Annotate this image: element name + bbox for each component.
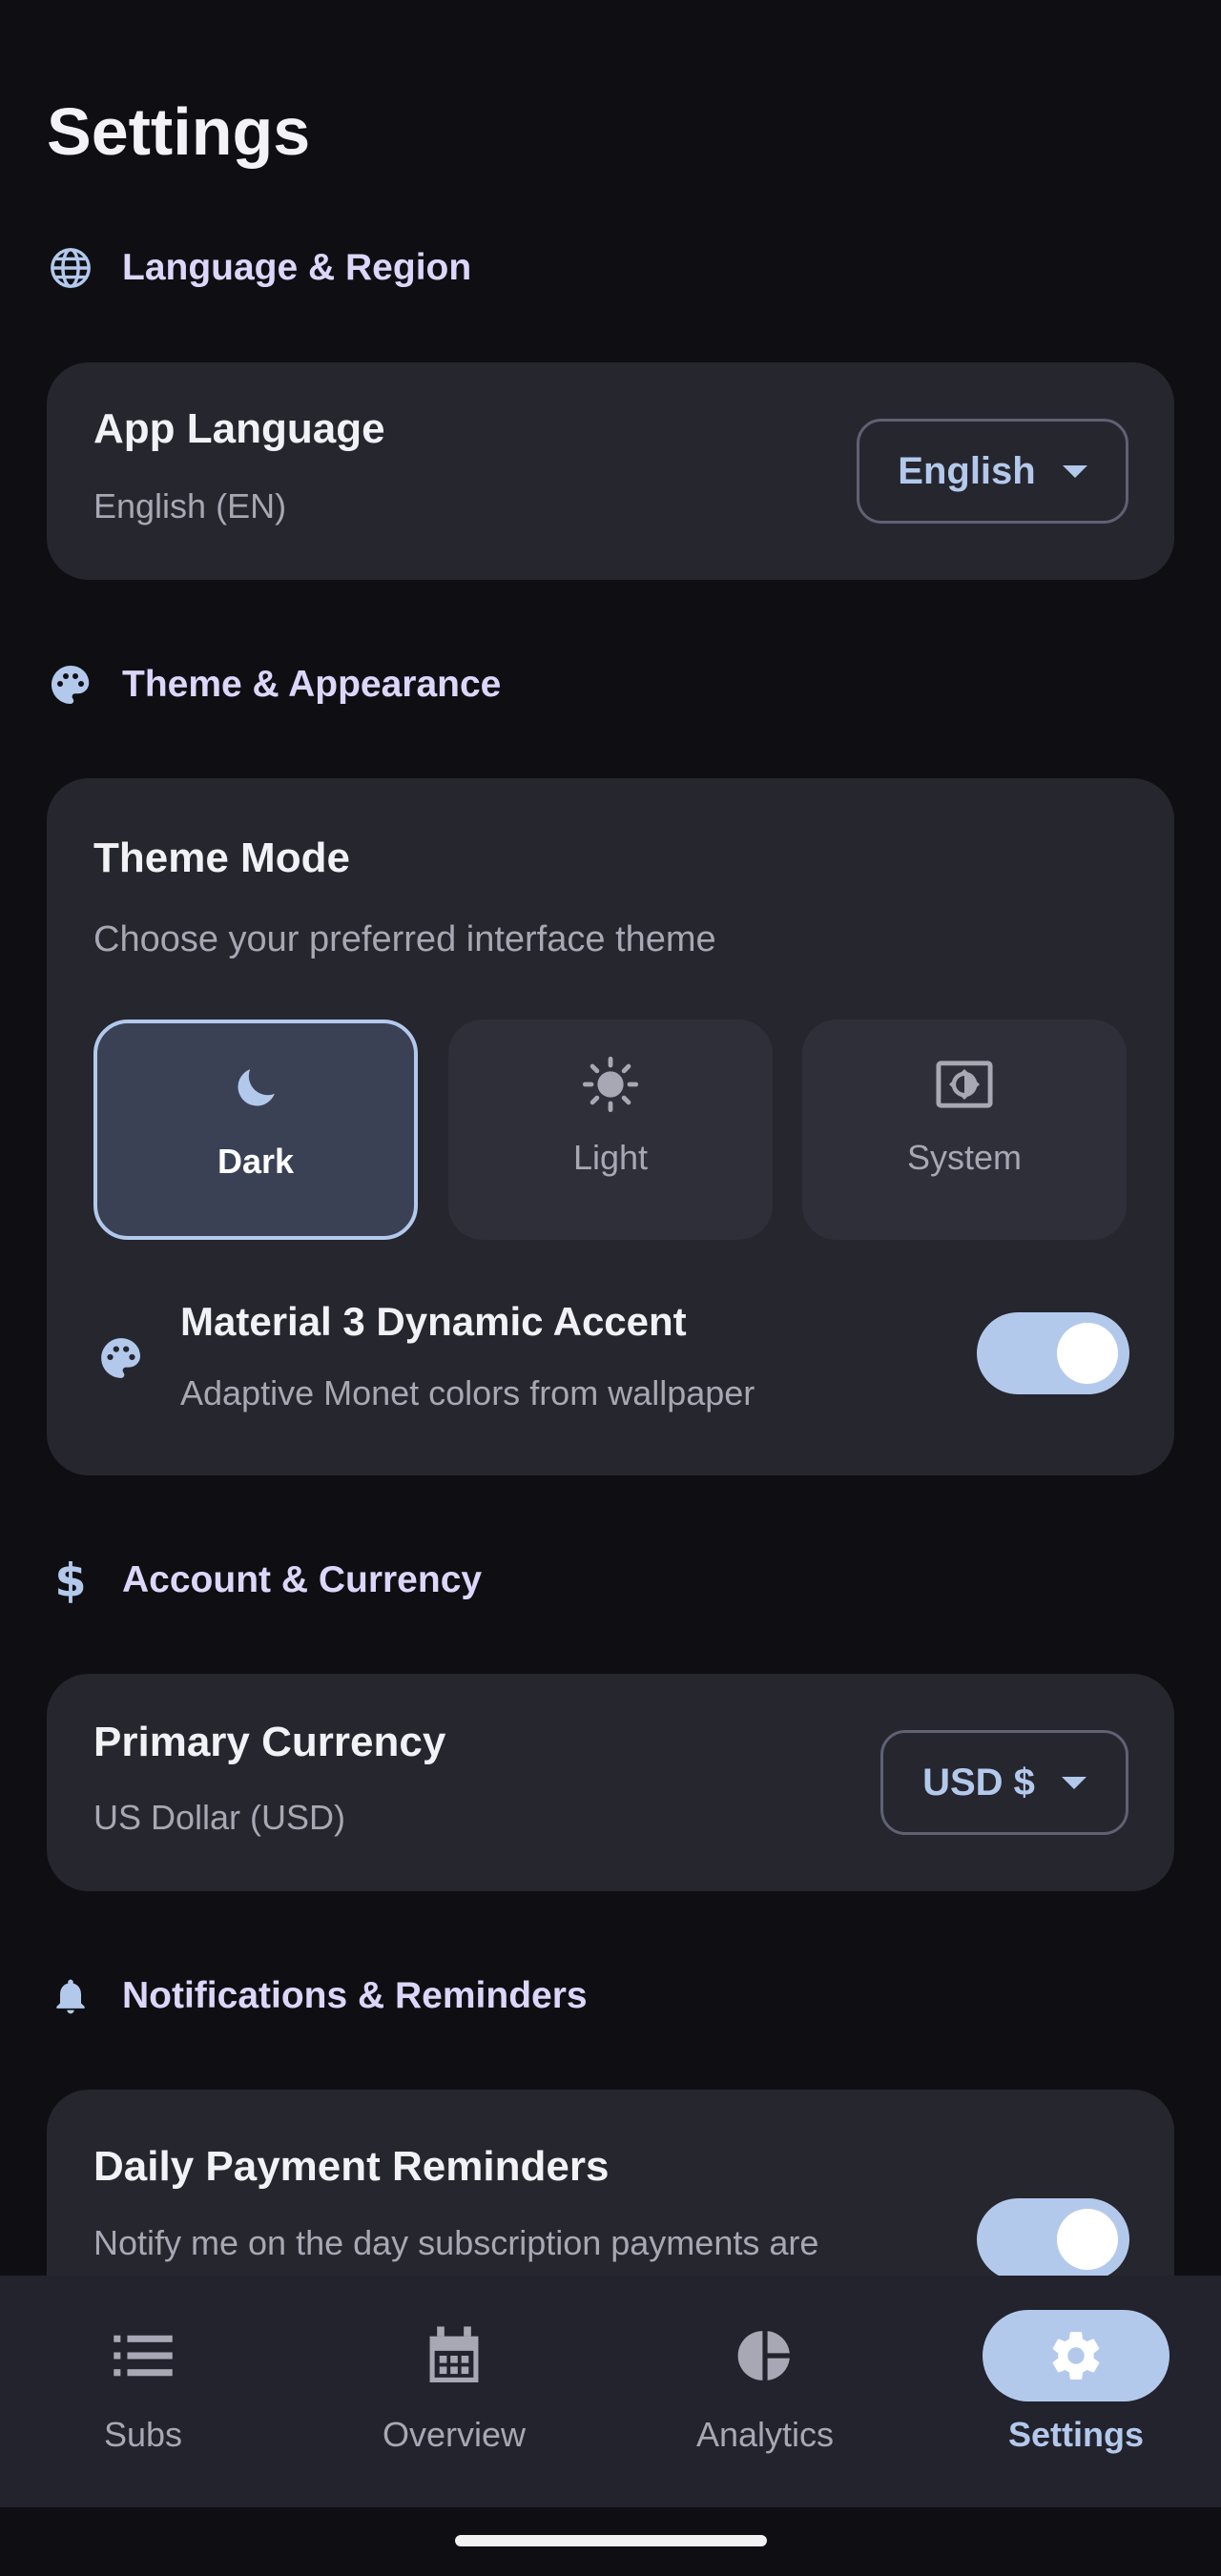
home-indicator[interactable] bbox=[455, 2535, 767, 2546]
language-dropdown[interactable]: English bbox=[857, 419, 1128, 524]
section-label: Theme & Appearance bbox=[122, 664, 502, 705]
chevron-down-icon bbox=[1061, 1776, 1086, 1789]
dynamic-accent-subtitle: Adaptive Monet colors from wallpaper bbox=[180, 1373, 755, 1412]
bell-icon bbox=[47, 1972, 94, 2020]
dollar-icon: $ bbox=[47, 1556, 94, 1605]
theme-option-dark[interactable]: Dark bbox=[93, 1020, 418, 1240]
globe-icon bbox=[47, 244, 94, 292]
language-dropdown-value: English bbox=[898, 449, 1036, 492]
gear-icon bbox=[983, 2310, 1169, 2401]
nav-item-settings[interactable]: Settings bbox=[942, 2276, 1210, 2507]
section-notifications: Notifications & Reminders bbox=[47, 1968, 588, 2025]
theme-option-label: System bbox=[906, 1138, 1023, 1177]
theme-option-system[interactable]: System bbox=[802, 1020, 1127, 1240]
app-language-subtitle: English (EN) bbox=[93, 486, 287, 526]
sun-icon bbox=[580, 1056, 641, 1113]
list-icon bbox=[50, 2310, 237, 2401]
theme-mode-subtitle: Choose your preferred interface theme bbox=[93, 919, 716, 959]
theme-option-light[interactable]: Light bbox=[448, 1020, 773, 1240]
calendar-icon bbox=[361, 2310, 548, 2401]
section-account: $ Account & Currency bbox=[47, 1552, 482, 1609]
nav-item-overview[interactable]: Overview bbox=[321, 2276, 588, 2507]
currency-dropdown-value: USD $ bbox=[922, 1761, 1035, 1803]
bottom-navigation: Subs Overview Analytics Settings bbox=[0, 2276, 1221, 2507]
section-label: Notifications & Reminders bbox=[122, 1975, 588, 2016]
app-language-title: App Language bbox=[93, 405, 385, 452]
nav-label: Analytics bbox=[695, 2415, 835, 2454]
pie-chart-icon bbox=[672, 2310, 859, 2401]
section-language: Language & Region bbox=[47, 239, 471, 297]
app-language-card: App Language English (EN) English bbox=[47, 362, 1174, 580]
theme-mode-title: Theme Mode bbox=[93, 835, 350, 881]
nav-label: Subs bbox=[103, 2415, 183, 2454]
page-title: Settings bbox=[47, 94, 311, 169]
currency-dropdown[interactable]: USD $ bbox=[880, 1730, 1128, 1835]
palette-icon bbox=[96, 1333, 146, 1383]
theme-option-label: Light bbox=[572, 1138, 649, 1177]
dynamic-accent-title: Material 3 Dynamic Accent bbox=[180, 1299, 687, 1344]
nav-label: Overview bbox=[382, 2415, 527, 2454]
nav-item-subs[interactable]: Subs bbox=[10, 2276, 277, 2507]
nav-label: Settings bbox=[1007, 2415, 1144, 2454]
reminders-title: Daily Payment Reminders bbox=[93, 2143, 610, 2190]
palette-icon bbox=[47, 661, 94, 709]
currency-subtitle: US Dollar (USD) bbox=[93, 1798, 346, 1837]
toggle-knob bbox=[1057, 2209, 1118, 2270]
dynamic-accent-toggle[interactable] bbox=[977, 1312, 1129, 1394]
reminders-toggle[interactable] bbox=[977, 2198, 1129, 2280]
toggle-knob bbox=[1057, 1323, 1118, 1384]
section-label: Language & Region bbox=[122, 247, 472, 288]
chevron-down-icon bbox=[1062, 464, 1087, 478]
currency-card: Primary Currency US Dollar (USD) USD $ bbox=[47, 1674, 1174, 1891]
section-theme: Theme & Appearance bbox=[47, 656, 501, 713]
brightness-auto-icon bbox=[934, 1056, 995, 1113]
moon-icon bbox=[229, 1060, 282, 1117]
theme-option-label: Dark bbox=[217, 1142, 295, 1181]
currency-title: Primary Currency bbox=[93, 1719, 446, 1765]
reminders-subtitle: Notify me on the day subscription paymen… bbox=[93, 2223, 819, 2262]
section-label: Account & Currency bbox=[122, 1559, 483, 1600]
nav-item-analytics[interactable]: Analytics bbox=[631, 2276, 899, 2507]
svg-text:$: $ bbox=[54, 1556, 86, 1605]
